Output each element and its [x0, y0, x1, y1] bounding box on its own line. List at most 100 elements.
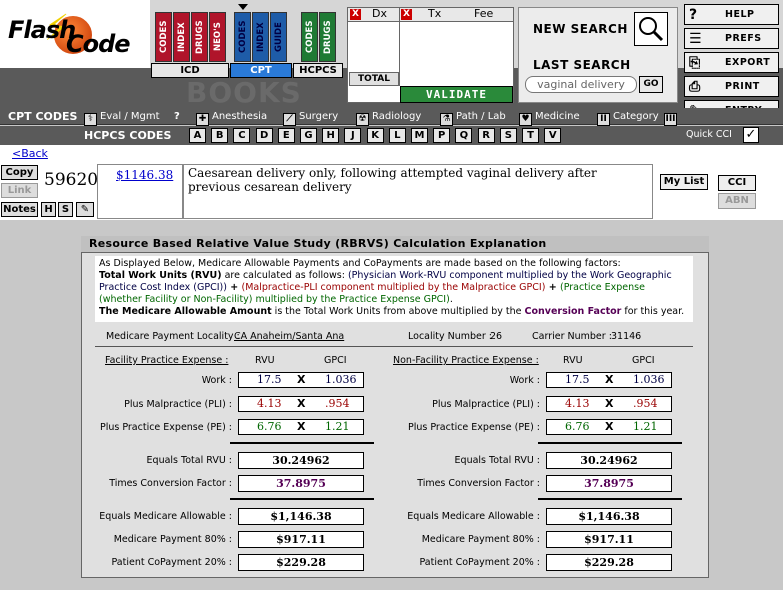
facility-cf: 37.8975	[238, 475, 364, 492]
hcpcs-letter-s[interactable]: S	[499, 128, 517, 143]
link-button[interactable]: Link	[1, 183, 38, 198]
multiply-icon: X	[605, 420, 614, 433]
h-button[interactable]: H	[41, 202, 56, 217]
hcpcs-letter-k[interactable]: K	[366, 128, 384, 143]
book-cpt-index[interactable]: INDEX	[252, 12, 269, 62]
nonfacility-rvu-header: RVU	[563, 355, 583, 366]
hcpcs-letter-c[interactable]: C	[233, 128, 251, 143]
stethoscope-icon: ⚕	[84, 113, 97, 126]
tx-clear-icon[interactable]: X	[401, 9, 412, 20]
s-button[interactable]: S	[58, 202, 73, 217]
my-list-button[interactable]: My List	[660, 174, 708, 190]
dx-clear-icon[interactable]: X	[350, 9, 361, 20]
hcpcs-letter-m[interactable]: M	[411, 128, 428, 143]
facility-cf-label: Times Conversion Factor :	[109, 478, 232, 489]
hcpcs-letter-l[interactable]: L	[388, 128, 406, 143]
book-icd-drugs[interactable]: DRUGS	[191, 12, 208, 62]
cci-button[interactable]: CCI	[718, 175, 756, 191]
nonfacility-rule-2	[538, 498, 682, 500]
nonfacility-total_rvu: 30.24962	[546, 452, 672, 469]
print-button[interactable]: ⎙ PRINT	[684, 76, 779, 97]
hcpcs-letter-b[interactable]: B	[211, 128, 229, 143]
new-search-label: NEW SEARCH	[533, 22, 628, 36]
edit-pencil-icon[interactable]: ✎	[76, 202, 94, 217]
book-cpt-codes[interactable]: CODES	[234, 12, 251, 62]
quick-cci-checkbox[interactable]: ✓	[743, 127, 759, 143]
facility-pe-gpci: 1.21	[325, 420, 350, 433]
go-button[interactable]: GO	[639, 76, 663, 93]
hcpcs-letter-v[interactable]: V	[544, 128, 562, 143]
nonfacility-work-rvu: 17.5	[565, 373, 590, 386]
facility-copay20-label: Patient CoPayment 20% :	[111, 557, 233, 568]
nonfacility-pe-values: 6.76 X 1.21	[546, 419, 672, 435]
category-iii-icon: III	[664, 113, 677, 126]
hcpcs-letter-q[interactable]: Q	[455, 128, 473, 143]
divider	[95, 346, 693, 347]
tx-label: Tx	[428, 7, 442, 20]
nonfacility-allowable: $1,146.38	[546, 508, 672, 525]
hcpcs-letter-r[interactable]: R	[477, 128, 495, 143]
locality-label: Medicare Payment Locality :	[106, 331, 240, 342]
microscope-icon: ⚗	[440, 113, 453, 126]
nav-category-iii[interactable]: III	[664, 109, 680, 126]
facility-allowable-label: Equals Medicare Allowable :	[99, 511, 232, 522]
locality-number: 26	[490, 331, 503, 342]
hcpcs-letter-h[interactable]: H	[322, 128, 340, 143]
tab-icd[interactable]: ICD	[151, 63, 229, 78]
back-link[interactable]: <Back	[12, 147, 48, 160]
book-cpt-guide[interactable]: GUIDE	[270, 12, 287, 62]
hcpcs-letter-t[interactable]: T	[522, 128, 539, 143]
book-hcpcs-codes[interactable]: CODES	[301, 12, 318, 62]
fee-link[interactable]: $1146.38	[116, 168, 173, 182]
tab-hcpcs[interactable]: HCPCS	[293, 63, 343, 78]
dx-label: Dx	[372, 7, 387, 20]
nav-path-lab[interactable]: ⚗ Path / Lab	[440, 109, 506, 126]
prefs-button[interactable]: ☰ PREFS	[684, 28, 779, 49]
last-search-input[interactable]: vaginal delivery	[525, 76, 637, 93]
validate-button[interactable]: VALIDATE	[400, 86, 513, 103]
fp-label[interactable]: FP	[686, 196, 702, 209]
hcpcs-letter-j[interactable]: J	[344, 128, 362, 143]
nonfacility-mal-rvu: 4.13	[565, 397, 590, 410]
hcpcs-letter-p[interactable]: P	[433, 128, 451, 143]
help-button[interactable]: ? HELP	[684, 4, 779, 25]
prefs-icon: ☰	[689, 31, 703, 47]
hcpcs-letter-a[interactable]: A	[189, 128, 206, 143]
nav-help-q[interactable]: ?	[174, 109, 180, 125]
facility-work-gpci: 1.036	[325, 373, 357, 386]
facility-rule-2	[230, 498, 374, 500]
exp-mam: The Medicare Allowable Amount	[99, 306, 272, 317]
facility-mal-rvu: 4.13	[257, 397, 282, 410]
cpt-codes-title: CPT CODES	[8, 110, 78, 123]
multiply-icon: X	[297, 373, 306, 386]
book-icd-neos[interactable]: NEO'S	[209, 12, 226, 62]
book-icd-index[interactable]: INDEX	[173, 12, 190, 62]
book-hcpcs-drugs[interactable]: DRUGS	[319, 12, 336, 62]
category-ii-icon: II	[597, 113, 610, 126]
nonfacility-cf-label: Times Conversion Factor :	[417, 478, 540, 489]
facility-pe-values: 6.76 X 1.21	[238, 419, 364, 435]
cpt-code: 59620	[44, 170, 99, 190]
multiply-icon: X	[297, 420, 306, 433]
nonfacility-mal-label: Plus Malpractice (PLI) :	[432, 399, 540, 410]
abn-button[interactable]: ABN	[718, 193, 756, 209]
hcpcs-letter-d[interactable]: D	[255, 128, 273, 143]
tab-cpt[interactable]: CPT	[230, 63, 292, 78]
export-button[interactable]: ⎘ EXPORT	[684, 52, 779, 73]
nav-category[interactable]: II Category	[597, 109, 659, 126]
nav-eval-mgmt[interactable]: ⚕ Eval / Mgmt	[84, 109, 160, 126]
nav-radiology[interactable]: ☢ Radiology	[356, 109, 421, 126]
new-search-button[interactable]	[634, 12, 668, 46]
hcpcs-letter-g[interactable]: G	[300, 128, 317, 143]
copy-button[interactable]: Copy	[1, 165, 38, 180]
notes-button[interactable]: Notes	[1, 202, 38, 217]
nav-medicine[interactable]: ♥ Medicine	[519, 109, 580, 126]
locality-value[interactable]: CA Anaheim/Santa Ana	[234, 331, 344, 342]
nav-surgery[interactable]: ⟋ Surgery	[283, 109, 338, 126]
books-watermark: BOOKS	[186, 76, 302, 109]
hcpcs-letter-e[interactable]: E	[277, 128, 295, 143]
facility-work-rvu: 17.5	[257, 373, 282, 386]
exp-line1: As Displayed Below, Medicare Allowable P…	[99, 258, 621, 269]
nav-anesthesia[interactable]: ✚ Anesthesia	[196, 109, 267, 126]
book-icd-codes[interactable]: CODES	[155, 12, 172, 62]
